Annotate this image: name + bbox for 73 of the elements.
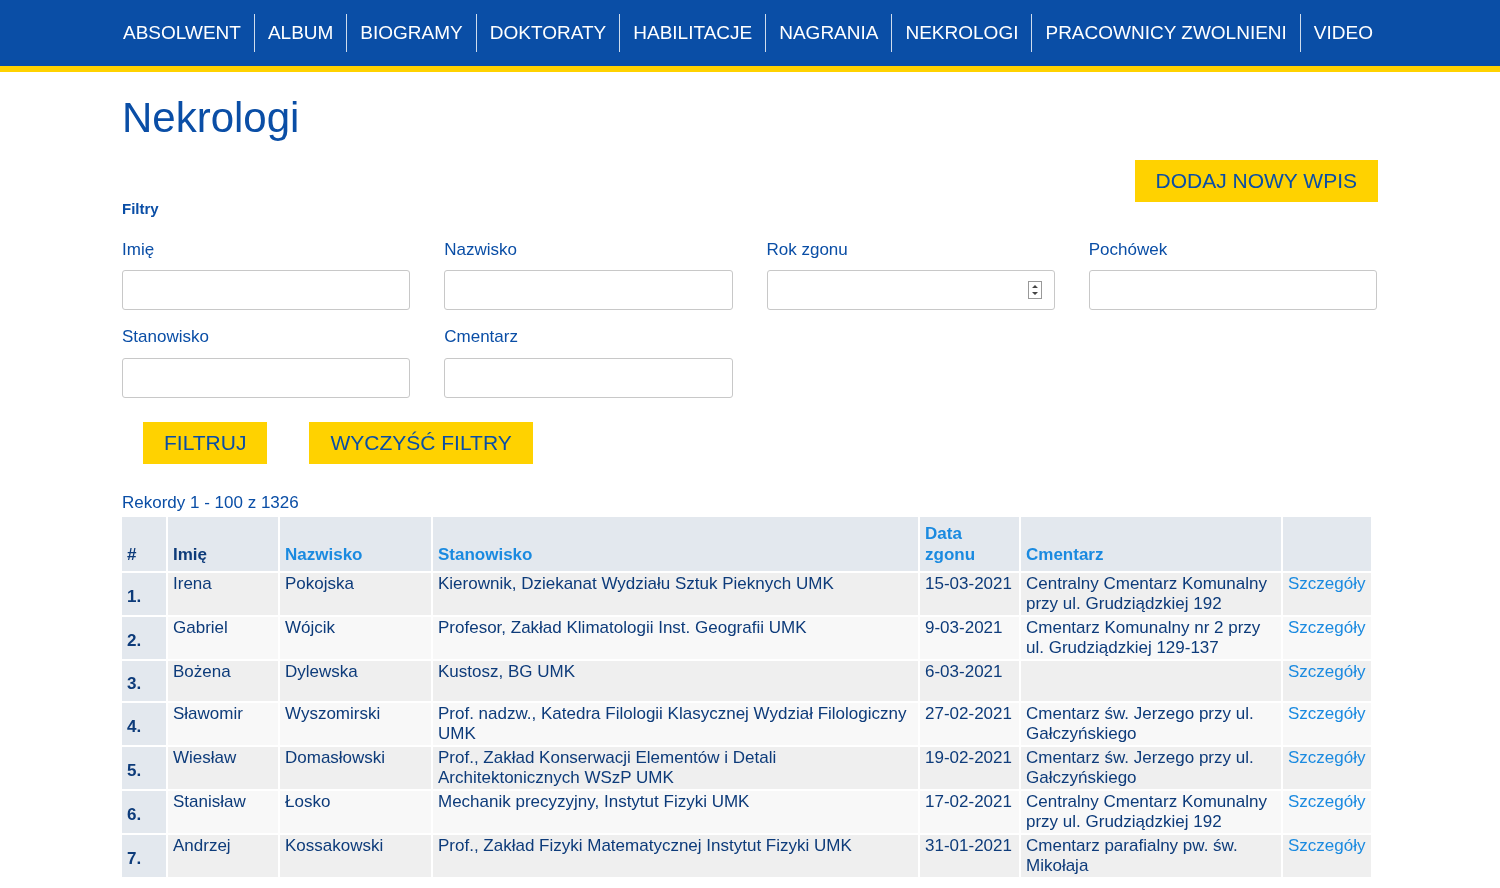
- table-cell: Wiesław: [168, 747, 278, 789]
- table-cell: Kossakowski: [280, 835, 431, 877]
- table-cell: Mechanik precyzyjny, Instytut Fizyki UMK: [433, 791, 918, 833]
- table-cell: Irena: [168, 573, 278, 615]
- table-cell: Kierownik, Dziekanat Wydziału Sztuk Pieknych UMK: [433, 573, 918, 615]
- row-number: 4.: [122, 703, 166, 745]
- text-input-field[interactable]: [444, 270, 733, 310]
- table-cell: Stanisław: [168, 791, 278, 833]
- records-count: Rekordy 1 - 100 z 1326: [122, 491, 300, 514]
- nav-link[interactable]: PRACOWNICY ZWOLNIENI: [1032, 18, 1300, 48]
- add-entry-button[interactable]: DODAJ NOWY WPIS: [1134, 160, 1378, 202]
- column-header-link[interactable]: Imię: [173, 543, 208, 565]
- nav-link[interactable]: NAGRANIA: [766, 18, 892, 48]
- field-label: Nazwisko: [444, 238, 518, 261]
- table-cell: Gabriel: [168, 617, 278, 659]
- table-cell: Dylewska: [280, 661, 431, 701]
- nav-link[interactable]: HABILITACJE: [620, 18, 766, 48]
- table-cell: Cmentarz św. Jerzego przy ul. Gałczyńskiego: [1021, 747, 1281, 789]
- field-label: Imię: [122, 238, 156, 261]
- column-header-link[interactable]: Stanowisko: [438, 543, 533, 565]
- table-cell: Profesor, Zakład Klimatologii Inst. Geografii UMK: [433, 617, 918, 659]
- table-cell: Sławomir: [168, 703, 278, 745]
- table-cell: Wyszomirski: [280, 703, 431, 745]
- table-cell: Łosko: [280, 791, 431, 833]
- row-number: 6.: [122, 791, 166, 833]
- table-cell: 19-02-2021: [920, 747, 1019, 789]
- table-cell: 17-02-2021: [920, 791, 1019, 833]
- page-title: Nekrologi: [122, 93, 300, 143]
- spinner-icon[interactable]: [1027, 281, 1042, 299]
- table-cell: 31-01-2021: [920, 835, 1019, 877]
- nav-link[interactable]: DOKTORATY: [476, 18, 620, 48]
- nav-link[interactable]: BIOGRAMY: [347, 18, 476, 48]
- field-label: Rok zgonu: [766, 238, 849, 261]
- table-cell: Pokojska: [280, 573, 431, 615]
- text-input-field[interactable]: [1088, 270, 1377, 310]
- table-cell: Kustosz, BG UMK: [433, 661, 918, 701]
- nav-link[interactable]: ABSOLWENT: [110, 18, 254, 48]
- filter-action-button[interactable]: FILTRUJ: [143, 421, 268, 464]
- row-number: 7.: [122, 835, 166, 877]
- row-number: 2.: [122, 617, 166, 659]
- table-cell: Bożena: [168, 661, 278, 701]
- field-label: Stanowisko: [122, 326, 210, 348]
- table-cell: Prof. nadzw., Katedra Filologii Klasycznej Wydział Filologiczny UMK: [433, 703, 918, 745]
- nav-link[interactable]: NEKROLOGI: [892, 18, 1032, 48]
- field-label: Pochówek: [1088, 238, 1169, 261]
- table-cell: 15-03-2021: [920, 573, 1019, 615]
- table-cell: Cmentarz św. Jerzego przy ul. Gałczyńskiego: [1021, 703, 1281, 745]
- row-number: 5.: [122, 747, 166, 789]
- column-header-link[interactable]: Cmentarz: [1026, 543, 1104, 565]
- field-label: Cmentarz: [444, 326, 519, 348]
- row-number: 1.: [122, 573, 166, 615]
- column-header: #: [127, 543, 137, 565]
- table-cell: Andrzej: [168, 835, 278, 877]
- row-number: 3.: [122, 661, 166, 701]
- nav-link[interactable]: ALBUM: [254, 18, 347, 48]
- table-cell: Cmentarz parafialny pw. św. Mikołaja: [1021, 835, 1281, 877]
- table-cell: 9-03-2021: [920, 617, 1019, 659]
- table-cell: Domasłowski: [280, 747, 431, 789]
- table-cell: Cmentarz Komunalny nr 2 przy ul. Grudziądzkiej 129-137: [1021, 617, 1281, 659]
- table-cell: Prof., Zakład Fizyki Matematycznej Instytut Fizyki UMK: [433, 835, 918, 877]
- table-cell: 27-02-2021: [920, 703, 1019, 745]
- filter-action-button[interactable]: WYCZYŚĆ FILTRY: [309, 421, 533, 464]
- table-cell: 6-03-2021: [920, 661, 1019, 701]
- filters-heading: Filtry: [122, 199, 160, 219]
- year-input-field[interactable]: [766, 270, 1055, 310]
- table-cell: Centralny Cmentarz Komunalny przy ul. Grudziądzkiej 192: [1021, 573, 1281, 615]
- text-input-field[interactable]: [122, 270, 411, 310]
- nav-link[interactable]: VIDEO: [1300, 18, 1386, 48]
- table-cell: Centralny Cmentarz Komunalny przy ul. Grudziądzkiej 192: [1021, 791, 1281, 833]
- text-input-field[interactable]: [444, 357, 733, 398]
- text-input-field[interactable]: [122, 357, 411, 398]
- table-cell: Wójcik: [280, 617, 431, 659]
- table-cell: Prof., Zakład Konserwacji Elementów i Detali Architektonicznych WSzP UMK: [433, 747, 918, 789]
